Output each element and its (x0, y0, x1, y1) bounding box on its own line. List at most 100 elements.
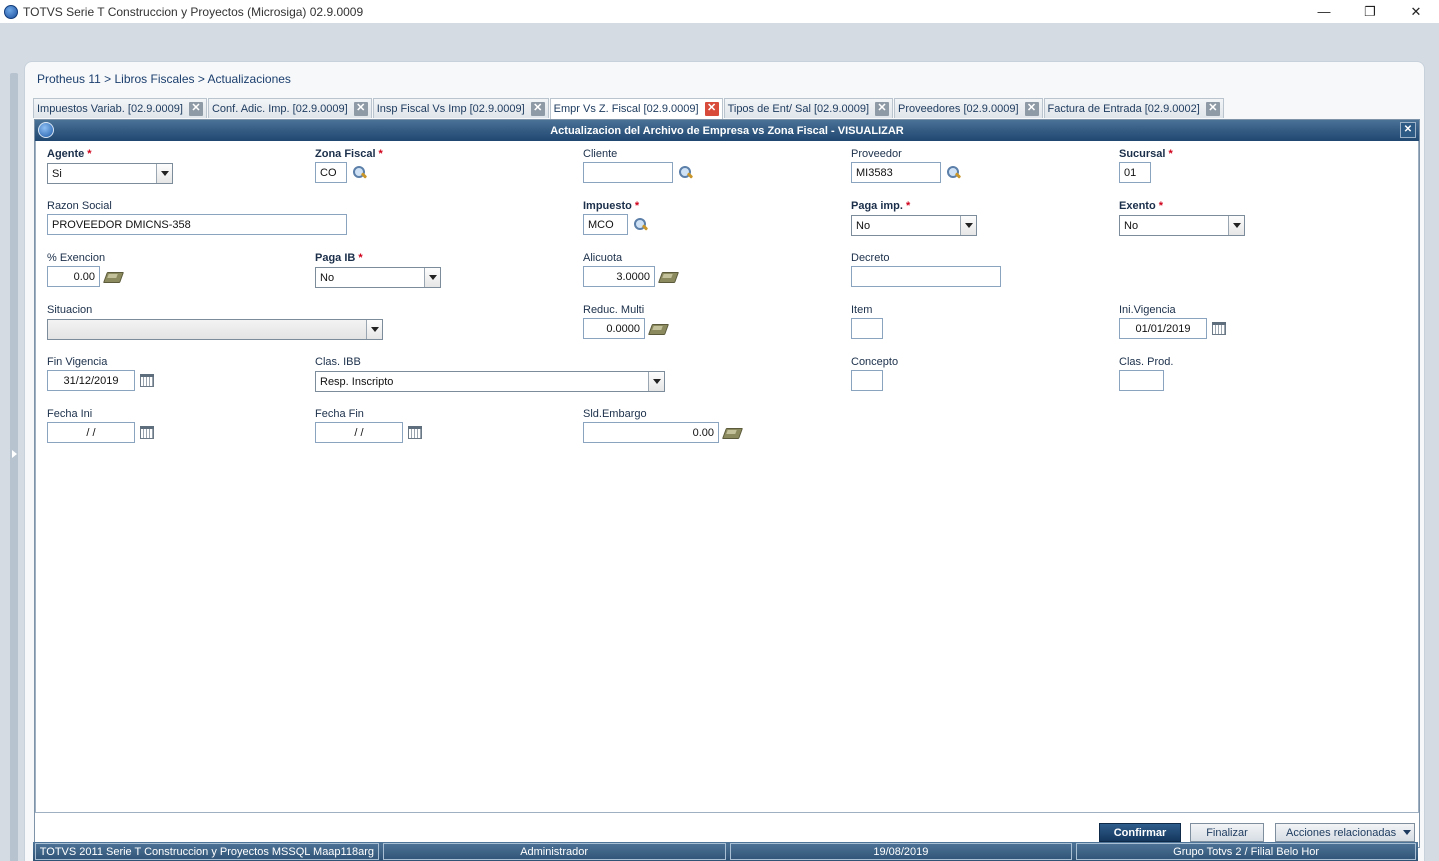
breadcrumb: Protheus 11 > Libros Fiscales > Actualiz… (37, 72, 291, 86)
confirmar-button[interactable]: Confirmar (1099, 823, 1181, 842)
tab-empr-vs-z-fiscal[interactable]: Empr Vs Z. Fiscal [02.9.0009] ✕ (549, 98, 723, 119)
tab-strip: Impuestos Variab. [02.9.0009] ✕ Conf. Adi… (33, 98, 1225, 119)
tab-label: Proveedores [02.9.0009] (898, 102, 1019, 115)
decreto-label: Decreto (851, 252, 890, 264)
fin-vigencia-input[interactable]: 31/12/2019 (47, 370, 135, 391)
calendar-icon[interactable] (140, 425, 154, 439)
field-alicuota: Alicuota 3.0000 (583, 252, 677, 287)
close-window-button[interactable]: ✕ (1393, 0, 1439, 23)
calendar-icon[interactable] (408, 425, 422, 439)
reduc-multi-label: Reduc. Multi (583, 304, 645, 316)
tab-label: Factura de Entrada [02.9.0002] (1047, 102, 1200, 115)
field-concepto: Concepto (851, 356, 898, 391)
zona-fiscal-input[interactable]: CO (315, 162, 347, 183)
sucursal-input[interactable]: 01 (1119, 162, 1151, 183)
cliente-input[interactable] (583, 162, 673, 183)
tab-close-icon[interactable]: ✕ (704, 102, 719, 116)
tab-close-icon[interactable]: ✕ (353, 101, 368, 116)
acciones-relacionadas-button[interactable]: Acciones relacionadas (1275, 823, 1415, 842)
ini-vigencia-label: Ini.Vigencia (1119, 304, 1176, 316)
clas-ibb-select[interactable]: Resp. Inscripto (315, 371, 665, 392)
required-mark: * (358, 252, 363, 264)
chevron-down-icon[interactable] (1228, 216, 1244, 235)
calendar-icon[interactable] (140, 373, 154, 387)
paga-ib-select[interactable]: No (315, 267, 441, 288)
field-fecha-ini: Fecha Ini / / (47, 408, 154, 443)
field-paga-imp: Paga imp. * No (851, 200, 977, 236)
search-icon[interactable] (945, 165, 963, 181)
field-exento: Exento * No (1119, 200, 1245, 236)
minimize-button[interactable]: — (1301, 0, 1347, 23)
tab-close-icon[interactable]: ✕ (530, 101, 545, 116)
field-fecha-fin: Fecha Fin / / (315, 408, 422, 443)
chevron-down-icon[interactable] (156, 164, 172, 183)
dialog-close-button[interactable]: ✕ (1400, 122, 1416, 138)
calendar-icon[interactable] (1212, 321, 1226, 335)
tab-proveedores[interactable]: Proveedores [02.9.0009] ✕ (894, 98, 1043, 118)
tab-factura-entrada[interactable]: Factura de Entrada [02.9.0002] ✕ (1043, 98, 1224, 118)
decreto-input[interactable] (851, 266, 1001, 287)
field-ini-vigencia: Ini.Vigencia 01/01/2019 (1119, 304, 1226, 339)
field-pct-exencion: % Exencion 0.00 (47, 252, 122, 287)
clas-prod-input[interactable] (1119, 370, 1164, 391)
fecha-fin-input[interactable]: / / (315, 422, 403, 443)
paga-imp-value: No (856, 219, 871, 232)
chevron-down-icon[interactable] (648, 372, 664, 391)
situacion-label: Situacion (47, 304, 93, 316)
required-mark: * (1158, 200, 1163, 212)
chevron-down-icon[interactable] (424, 268, 440, 287)
tab-insp-fiscal[interactable]: Insp Fiscal Vs Imp [02.9.0009] ✕ (372, 98, 549, 118)
proveedor-label: Proveedor (851, 148, 902, 160)
tab-conf-adic-imp[interactable]: Conf. Adic. Imp. [02.9.0009] ✕ (207, 98, 372, 118)
tab-close-icon[interactable]: ✕ (875, 101, 890, 116)
calculator-icon[interactable] (659, 269, 677, 285)
exento-label: Exento (1119, 200, 1156, 212)
expand-arrow-icon[interactable] (12, 450, 17, 458)
fecha-ini-input[interactable]: / / (47, 422, 135, 443)
calculator-icon[interactable] (649, 321, 667, 337)
fecha-ini-label: Fecha Ini (47, 408, 93, 420)
search-icon[interactable] (632, 217, 650, 233)
ini-vigencia-input[interactable]: 01/01/2019 (1119, 318, 1207, 339)
tab-impuestos-variab[interactable]: Impuestos Variab. [02.9.0009] ✕ (33, 98, 207, 118)
search-icon[interactable] (677, 165, 695, 181)
required-mark: * (378, 148, 383, 160)
situacion-select[interactable] (47, 319, 383, 340)
tab-close-icon[interactable]: ✕ (1205, 101, 1220, 116)
clas-ibb-value: Resp. Inscripto (320, 375, 394, 388)
field-decreto: Decreto (851, 252, 1001, 287)
field-situacion: Situacion (47, 304, 383, 340)
tab-close-icon[interactable]: ✕ (188, 101, 203, 116)
tab-label: Impuestos Variab. [02.9.0009] (37, 102, 183, 115)
form-dialog: Actualizacion del Archivo de Empresa vs … (34, 119, 1420, 848)
search-icon[interactable] (351, 165, 369, 181)
paga-ib-value: No (320, 271, 335, 284)
concepto-input[interactable] (851, 370, 883, 391)
restore-button[interactable]: ❐ (1347, 0, 1393, 23)
tab-label: Empr Vs Z. Fiscal [02.9.0009] (553, 103, 699, 115)
calculator-icon[interactable] (723, 425, 741, 441)
tab-tipos-ent-sal[interactable]: Tipos de Ent/ Sal [02.9.0009] ✕ (723, 98, 894, 118)
alicuota-input[interactable]: 3.0000 (583, 266, 655, 287)
calculator-icon[interactable] (104, 269, 122, 285)
razon-social-input[interactable]: PROVEEDOR DMICNS-358 (47, 214, 347, 235)
agente-select[interactable]: Si (47, 163, 173, 184)
paga-imp-select[interactable]: No (851, 215, 977, 236)
tab-close-icon[interactable]: ✕ (1024, 101, 1039, 116)
exento-select[interactable]: No (1119, 215, 1245, 236)
acciones-label: Acciones relacionadas (1286, 826, 1397, 839)
pct-exencion-input[interactable]: 0.00 (47, 266, 100, 287)
reduc-multi-input[interactable]: 0.0000 (583, 318, 645, 339)
app-logo-icon (4, 4, 18, 19)
chevron-down-icon[interactable] (960, 216, 976, 235)
impuesto-input[interactable]: MCO (583, 214, 628, 235)
fecha-fin-label: Fecha Fin (315, 408, 364, 420)
chevron-down-icon[interactable] (366, 320, 382, 339)
item-input[interactable] (851, 318, 883, 339)
sld-embargo-input[interactable]: 0.00 (583, 422, 719, 443)
required-mark: * (905, 200, 911, 212)
side-panel-handle[interactable] (10, 73, 18, 861)
finalizar-button[interactable]: Finalizar (1190, 823, 1264, 842)
proveedor-input[interactable]: MI3583 (851, 162, 941, 183)
desktop-area: Protheus 11 > Libros Fiscales > Actualiz… (0, 23, 1439, 861)
